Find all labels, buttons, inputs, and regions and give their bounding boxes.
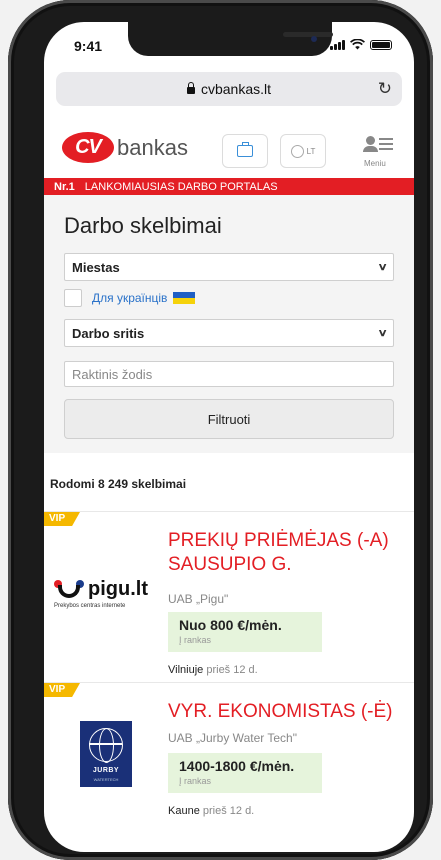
search-panel: Darbo skelbimai Miestas ∨ Для українців … <box>44 195 414 453</box>
page-title: Darbo skelbimai <box>64 213 222 238</box>
job-card[interactable]: VIP pigu.lt Prekybos centras internete P… <box>44 511 414 682</box>
job-title[interactable]: VYR. EKONOMISTAS (-Ė) <box>168 700 398 724</box>
language-button[interactable]: LT <box>280 134 326 168</box>
hamburger-icon <box>379 138 393 153</box>
job-title[interactable]: PREKIŲ PRIĖMĖJAS (-A) SAUSUPIO G. <box>168 529 398 577</box>
job-location-row: Vilniuje prieš 12 d. <box>168 664 258 676</box>
job-location: Kaune <box>168 805 200 817</box>
job-posted: prieš 12 d. <box>206 664 258 676</box>
site-header: CV bankas LT Meniu <box>44 112 414 178</box>
language-label: LT <box>306 146 316 156</box>
battery-icon <box>370 40 392 50</box>
results-count: Rodomi 8 249 skelbimai <box>50 477 187 491</box>
reload-icon[interactable]: ↻ <box>378 79 392 99</box>
job-location-row: Kaune prieš 12 d. <box>168 805 254 817</box>
logo-subtitle: WATERTECH <box>93 777 119 782</box>
briefcase-icon <box>237 142 253 157</box>
globe-icon <box>89 728 123 763</box>
job-posted: prieš 12 d. <box>202 805 255 817</box>
status-time: 9:41 <box>74 38 103 54</box>
wifi-icon <box>350 39 365 50</box>
user-icon <box>366 136 375 145</box>
banner-rank: Nr.1 <box>54 180 75 193</box>
menu-label: Meniu <box>364 159 386 168</box>
address-bar[interactable]: cvbankas.lt ↻ <box>56 72 402 106</box>
job-location: Vilniuje <box>168 664 204 676</box>
phone-frame: 9:41 cvbankas.lt ↻ CV bankas LT Meniu Nr… <box>8 0 433 860</box>
globe-icon <box>290 144 304 158</box>
speaker-grille <box>283 32 333 37</box>
field-select[interactable]: Darbo sritis ∨ <box>64 319 394 347</box>
keyword-input[interactable]: Raktinis žodis <box>64 361 394 387</box>
company-name: UAB „Pigu" <box>168 592 229 606</box>
salary-value: Nuo 800 €/mėn. <box>179 617 282 633</box>
vip-badge: VIP <box>44 683 80 697</box>
salary-note: Į rankas <box>179 635 212 645</box>
company-logo[interactable]: pigu.lt Prekybos centras internete <box>54 578 154 609</box>
logo-name: pigu.lt <box>88 578 148 600</box>
web-page: CV bankas LT Meniu Nr.1 LANKOMIAUSIAS DA… <box>44 112 414 822</box>
ukraine-flag-icon <box>173 292 196 304</box>
logo-cv-mark: CV <box>62 132 114 163</box>
salary-note: Į rankas <box>179 776 212 786</box>
company-name: UAB „Jurby Water Tech" <box>168 731 297 745</box>
logo-subtitle: Prekybos centras internete <box>54 603 126 609</box>
user-icon-body <box>363 146 378 152</box>
pigu-logo: pigu.lt <box>54 578 154 601</box>
menu-button[interactable]: Meniu <box>360 134 400 170</box>
front-camera <box>311 36 317 42</box>
city-select-value: Miestas <box>72 259 120 275</box>
logo-wordmark: bankas <box>117 134 188 160</box>
company-logo[interactable]: JURBY WATERTECH <box>80 721 132 787</box>
url-display[interactable]: cvbankas.lt <box>56 81 402 97</box>
salary-value: 1400-1800 €/mėn. <box>179 758 295 774</box>
logo-name: JURBY <box>92 767 120 774</box>
salary-box: Nuo 800 €/mėn. Į rankas <box>168 612 322 652</box>
filter-button[interactable]: Filtruoti <box>64 399 394 439</box>
banner-tagline: LANKOMIAUSIAS DARBO PORTALAS <box>84 180 278 193</box>
vip-badge: VIP <box>44 512 80 526</box>
ukraine-filter-row: Для українців <box>64 289 394 307</box>
ukraine-label[interactable]: Для українців <box>92 291 167 305</box>
ukraine-checkbox[interactable] <box>64 289 82 307</box>
job-card[interactable]: VIP JURBY WATERTECH VYR. EKONOMISTAS (-Ė… <box>44 682 414 822</box>
salary-box: 1400-1800 €/mėn. Į rankas <box>168 753 322 793</box>
site-logo[interactable]: CV bankas <box>62 132 188 163</box>
phone-notch <box>128 22 333 56</box>
chevron-down-icon: ∨ <box>377 327 388 339</box>
status-icons <box>330 39 392 50</box>
jobs-button[interactable] <box>222 134 268 168</box>
signal-icon <box>330 40 345 50</box>
promo-banner: Nr.1 LANKOMIAUSIAS DARBO PORTALAS <box>44 178 414 195</box>
phone-screen: 9:41 cvbankas.lt ↻ CV bankas LT Meniu Nr… <box>44 22 414 852</box>
lock-icon <box>186 82 195 94</box>
chevron-down-icon: ∨ <box>377 261 388 273</box>
city-select[interactable]: Miestas ∨ <box>64 253 394 281</box>
url-text: cvbankas.lt <box>200 81 272 97</box>
pigu-smile-icon <box>54 579 84 600</box>
field-select-value: Darbo sritis <box>72 325 145 341</box>
